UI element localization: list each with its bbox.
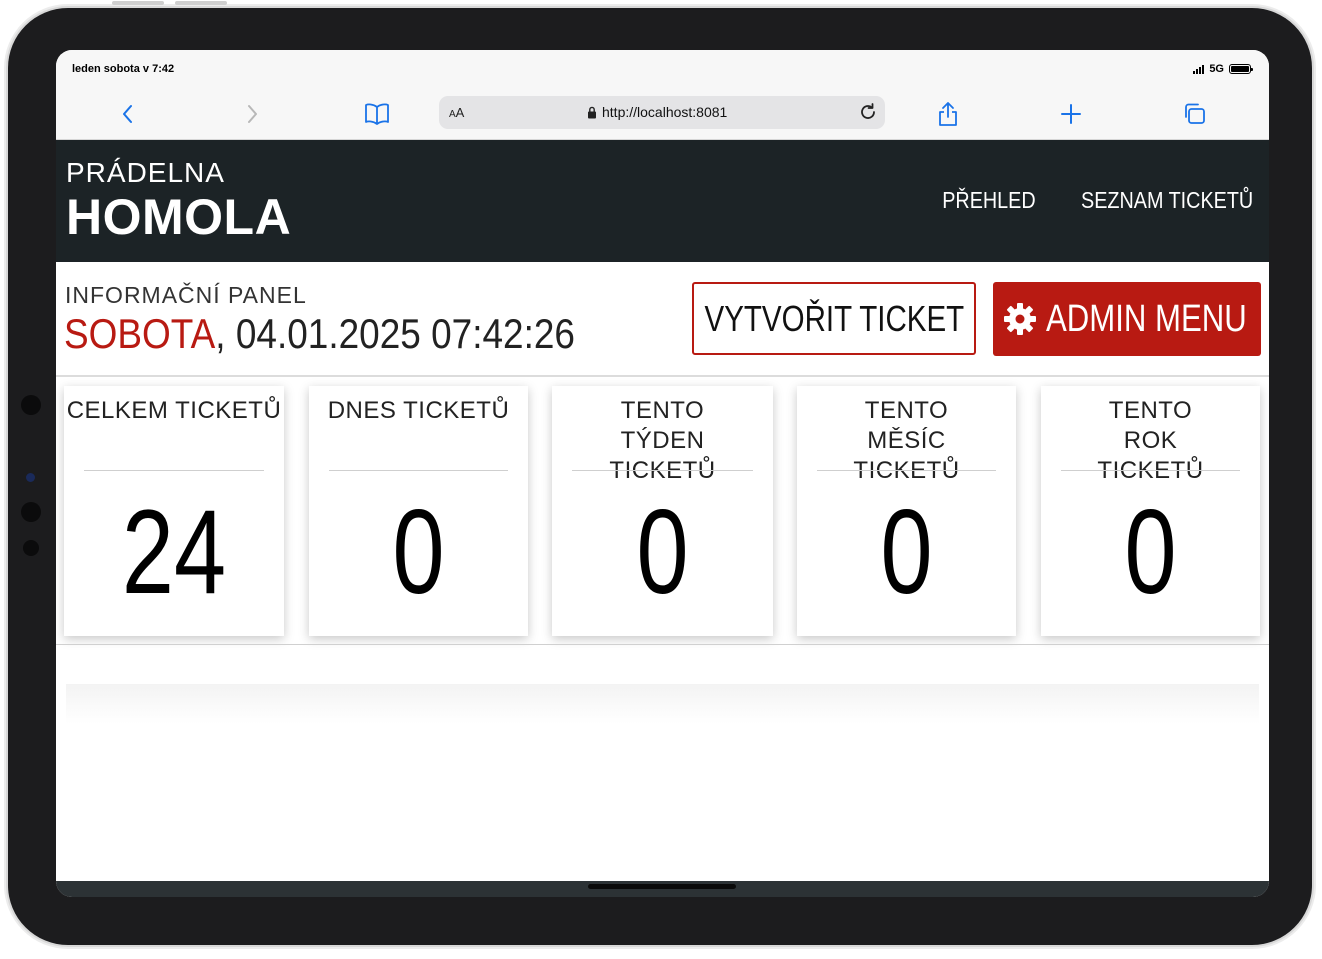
divider bbox=[817, 470, 996, 471]
top-button bbox=[175, 1, 227, 5]
camera-flash bbox=[23, 540, 39, 556]
top-button bbox=[112, 1, 164, 5]
text-size-button[interactable]: AA bbox=[449, 105, 464, 120]
current-date-time: , 04.01.2025 07:42:26 bbox=[215, 310, 575, 357]
current-datetime: SOBOTA, 04.01.2025 07:42:26 bbox=[64, 310, 575, 358]
text-size-small-label: A bbox=[449, 109, 456, 120]
stat-card-week: TENTO TÝDEN TICKETŮ 0 bbox=[552, 386, 773, 636]
new-tab-button[interactable] bbox=[1057, 100, 1085, 128]
reload-button[interactable] bbox=[857, 101, 879, 128]
url-display[interactable]: http://localhost:8081 bbox=[587, 104, 727, 120]
brand-subtitle: PRÁDELNA bbox=[66, 157, 225, 188]
stat-card-title: DNES TICKETŮ bbox=[327, 397, 510, 424]
home-indicator[interactable] bbox=[588, 884, 736, 889]
info-panel: INFORMAČNÍ PANEL SOBOTA, 04.01.2025 07:4… bbox=[56, 262, 1269, 377]
status-bar: leden sobota v 7:42 5G bbox=[56, 50, 1269, 90]
url-text: http://localhost:8081 bbox=[602, 104, 728, 120]
stat-card-today: DNES TICKETŮ 0 bbox=[309, 386, 528, 636]
stat-card-year: TENTO ROK TICKETŮ 0 bbox=[1041, 386, 1260, 636]
app-header: PRÁDELNA HOMOLA PŘEHLED SEZNAM TICKETŮ bbox=[56, 140, 1269, 262]
divider bbox=[84, 470, 264, 471]
stat-card-value: 24 bbox=[121, 485, 227, 619]
brand-title[interactable]: HOMOLA bbox=[66, 188, 291, 246]
bookmarks-button[interactable] bbox=[363, 100, 391, 128]
content-shadow bbox=[66, 684, 1259, 724]
battery-icon bbox=[1229, 64, 1253, 74]
admin-menu-label: ADMIN MENU bbox=[1045, 297, 1247, 340]
front-camera bbox=[21, 395, 41, 415]
divider bbox=[572, 470, 753, 471]
stat-card-title: TENTO ROK TICKETŮ bbox=[1097, 397, 1204, 484]
section-divider bbox=[56, 644, 1269, 645]
plus-icon bbox=[1061, 104, 1081, 124]
screen: leden sobota v 7:42 5G AA http://localho… bbox=[56, 50, 1269, 897]
stat-card-title: CELKEM TICKETŮ bbox=[66, 397, 282, 424]
chevron-right-icon bbox=[248, 105, 257, 123]
tabs-button[interactable] bbox=[1181, 100, 1209, 128]
back-button[interactable] bbox=[114, 100, 142, 128]
text-size-large-label: A bbox=[455, 105, 465, 120]
current-day: SOBOTA bbox=[64, 310, 216, 357]
admin-menu-button[interactable]: ADMIN MENU bbox=[993, 282, 1261, 356]
camera-sensor bbox=[26, 473, 35, 482]
tabs-icon bbox=[1185, 103, 1205, 124]
stat-card-value: 0 bbox=[392, 485, 445, 619]
divider bbox=[1061, 470, 1240, 471]
stat-card-value: 0 bbox=[636, 485, 689, 619]
stat-card-title: TENTO MĚSÍC TICKETŮ bbox=[853, 397, 960, 484]
main-nav: PŘEHLED SEZNAM TICKETŮ bbox=[927, 187, 1253, 214]
create-ticket-button[interactable]: VYTVOŘIT TICKET bbox=[692, 282, 976, 355]
gear-icon bbox=[1003, 303, 1036, 335]
stat-card-total: CELKEM TICKETŮ 24 bbox=[64, 386, 284, 636]
stat-card-month: TENTO MĚSÍC TICKETŮ 0 bbox=[797, 386, 1016, 636]
stat-card-title: TENTO TÝDEN TICKETŮ bbox=[609, 397, 716, 484]
signal-icon bbox=[1193, 64, 1205, 74]
status-time: leden sobota v 7:42 bbox=[72, 63, 175, 75]
stat-card-value: 0 bbox=[1124, 485, 1177, 619]
address-bar[interactable]: AA http://localhost:8081 bbox=[439, 96, 885, 129]
divider bbox=[329, 470, 508, 471]
share-icon bbox=[939, 102, 957, 126]
network-label: 5G bbox=[1209, 63, 1224, 75]
reload-icon bbox=[861, 103, 875, 119]
create-ticket-label: VYTVOŘIT TICKET bbox=[704, 297, 964, 339]
nav-item-ticket-list[interactable]: SEZNAM TICKETŮ bbox=[1081, 187, 1253, 214]
nav-item-overview[interactable]: PŘEHLED bbox=[942, 187, 1035, 214]
browser-toolbar: AA http://localhost:8081 bbox=[56, 90, 1269, 140]
status-indicators: 5G bbox=[1193, 63, 1253, 75]
stat-card-value: 0 bbox=[880, 485, 933, 619]
book-icon bbox=[365, 103, 389, 125]
stats-cards: CELKEM TICKETŮ 24 DNES TICKETŮ 0 TENTO T… bbox=[56, 386, 1269, 644]
info-panel-label: INFORMAČNÍ PANEL bbox=[65, 282, 307, 308]
lock-icon bbox=[588, 106, 596, 118]
camera-lens bbox=[21, 502, 41, 522]
forward-button[interactable] bbox=[238, 100, 266, 128]
chevron-left-icon bbox=[123, 105, 132, 123]
share-button[interactable] bbox=[934, 100, 962, 128]
